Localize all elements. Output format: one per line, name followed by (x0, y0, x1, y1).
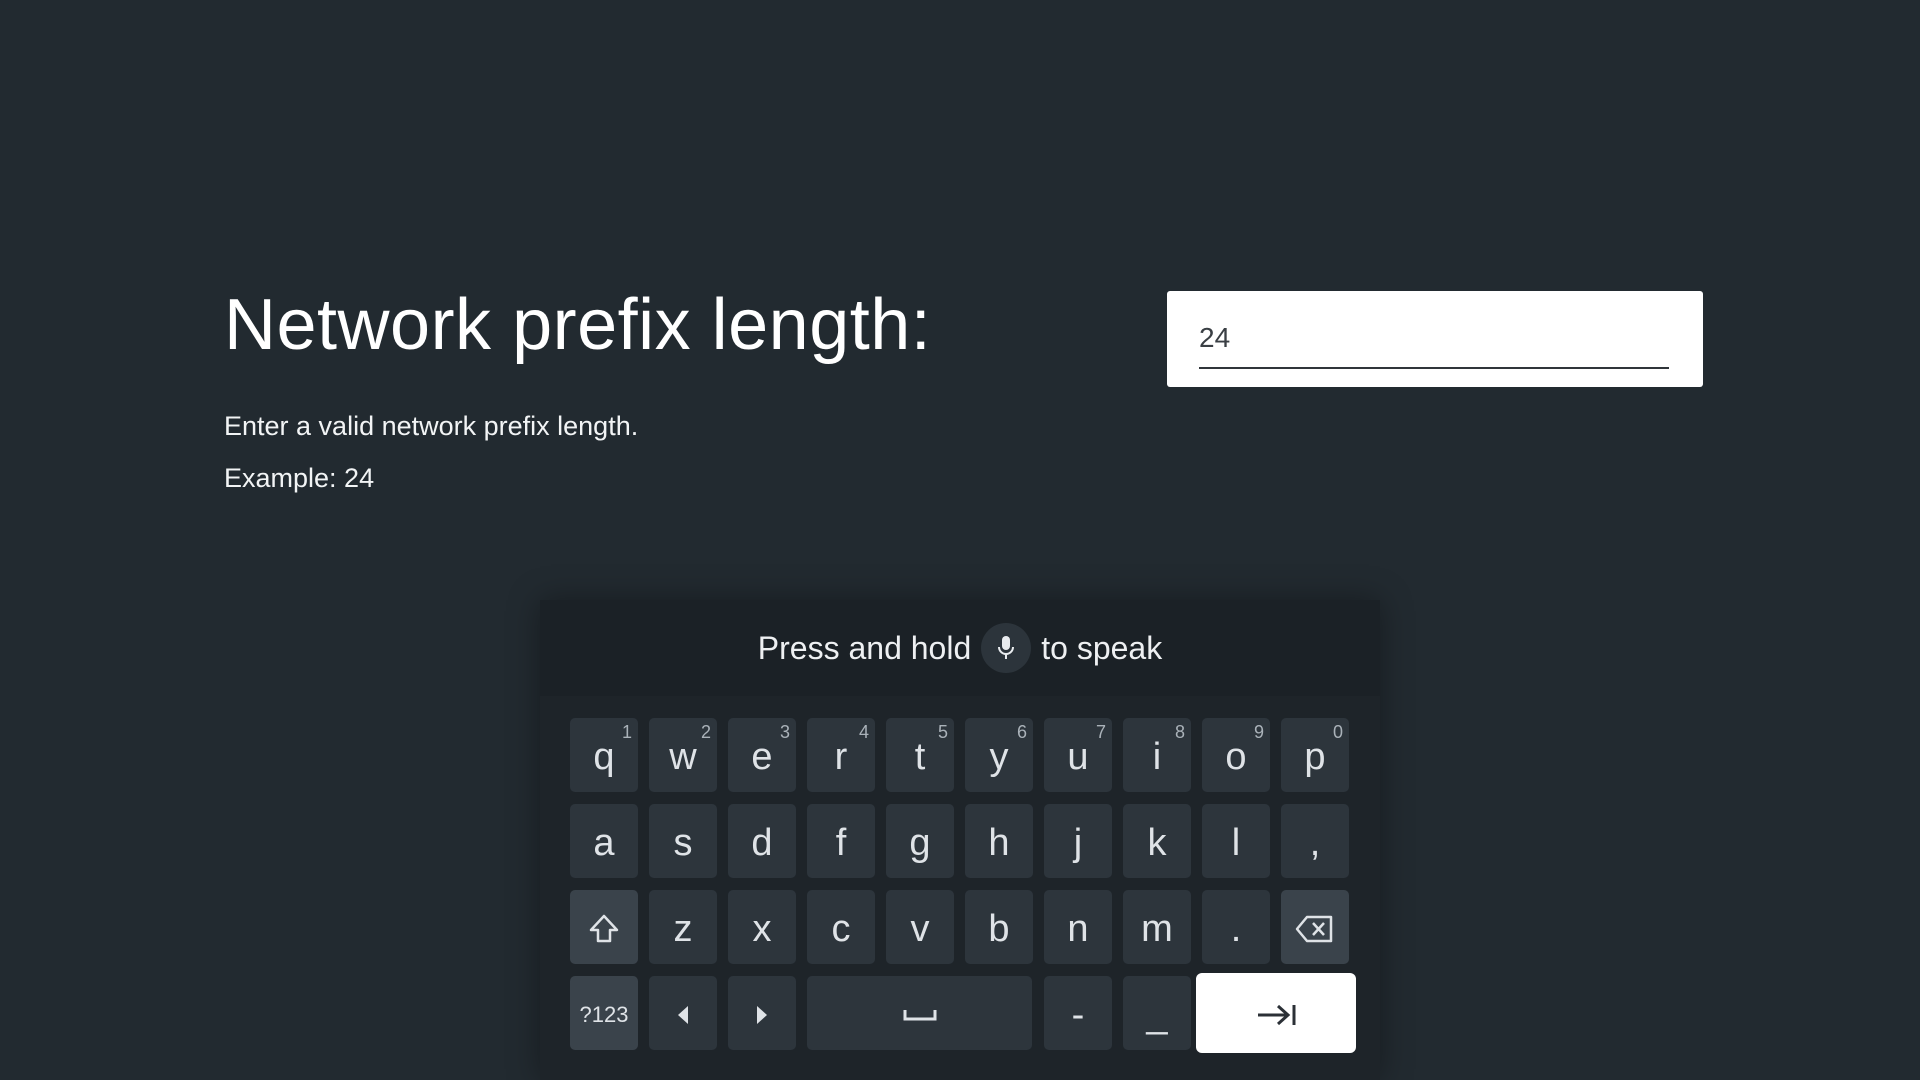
key-number: 8 (1174, 722, 1185, 742)
key-number: 7 (1095, 722, 1106, 742)
key-b[interactable]: b (965, 890, 1033, 964)
key-number: 4 (858, 722, 869, 742)
key-label: e (751, 735, 773, 778)
key-f[interactable]: f (807, 804, 875, 878)
network-settings-screen: Network prefix length: Enter a valid net… (0, 0, 1920, 1080)
voice-input-bar[interactable]: Press and hold to speak (540, 600, 1380, 696)
tab-next-icon (1258, 1004, 1296, 1026)
next-key[interactable] (1196, 973, 1356, 1053)
key-number: 2 (700, 722, 711, 742)
key-y[interactable]: y6 (965, 718, 1033, 792)
key-j[interactable]: j (1044, 804, 1112, 878)
key-e[interactable]: e3 (728, 718, 796, 792)
key-h[interactable]: h (965, 804, 1033, 878)
key-label: o (1225, 735, 1247, 778)
key-p[interactable]: p0 (1281, 718, 1349, 792)
key-z[interactable]: z (649, 890, 717, 964)
space-key[interactable] (807, 976, 1032, 1050)
arrow-left-icon (678, 1006, 688, 1024)
key-comma[interactable]: , (1281, 804, 1349, 878)
key-i[interactable]: i8 (1123, 718, 1191, 792)
page-example: Example: 24 (224, 463, 375, 493)
prefix-length-value: 24 (1199, 322, 1231, 353)
key-g[interactable]: g (886, 804, 954, 878)
key-k[interactable]: k (1123, 804, 1191, 878)
backspace-key[interactable] (1281, 890, 1349, 964)
key-s[interactable]: s (649, 804, 717, 878)
key-number: 9 (1253, 722, 1264, 742)
key-l[interactable]: l (1202, 804, 1270, 878)
key-label: i (1152, 735, 1162, 778)
key-label: r (834, 735, 848, 778)
key-a[interactable]: a (570, 804, 638, 878)
input-underline (1199, 367, 1669, 369)
microphone-icon[interactable] (981, 623, 1032, 673)
key-number: 0 (1332, 722, 1343, 742)
key-number: 6 (1016, 722, 1027, 742)
space-icon (903, 1010, 936, 1021)
key-v[interactable]: v (886, 890, 954, 964)
key-label: y (989, 735, 1009, 778)
prefix-length-input[interactable]: 24 (1167, 291, 1703, 387)
key-d[interactable]: d (728, 804, 796, 878)
key-number: 5 (937, 722, 948, 742)
key-label: u (1067, 735, 1089, 778)
key-m[interactable]: m (1123, 890, 1191, 964)
key-label: q (593, 735, 615, 778)
key-w[interactable]: w2 (649, 718, 717, 792)
backspace-icon (1295, 915, 1333, 943)
shift-icon (589, 914, 619, 943)
key-c[interactable]: c (807, 890, 875, 964)
key-period[interactable]: . (1202, 890, 1270, 964)
cursor-left-key[interactable] (649, 976, 717, 1050)
key-u[interactable]: u7 (1044, 718, 1112, 792)
on-screen-keyboard: Press and hold to speak q1 w2 e3 r4 t5 y… (540, 600, 1380, 1080)
arrow-right-icon (757, 1006, 767, 1024)
key-r[interactable]: r4 (807, 718, 875, 792)
key-n[interactable]: n (1044, 890, 1112, 964)
key-number: 3 (779, 722, 790, 742)
key-label: w (669, 735, 697, 778)
key-dash[interactable]: - (1044, 976, 1112, 1050)
key-q[interactable]: q1 (570, 718, 638, 792)
page-title: Network prefix length: (224, 285, 932, 365)
key-x[interactable]: x (728, 890, 796, 964)
key-o[interactable]: o9 (1202, 718, 1270, 792)
key-t[interactable]: t5 (886, 718, 954, 792)
key-label: p (1304, 735, 1326, 778)
voice-hint-before: Press and hold (757, 629, 972, 666)
page-description: Enter a valid network prefix length. (224, 411, 639, 441)
cursor-right-key[interactable] (728, 976, 796, 1050)
voice-hint-after: to speak (1041, 629, 1163, 666)
key-number: 1 (621, 722, 632, 742)
symbols-key[interactable]: ?123 (570, 976, 638, 1050)
key-label: t (914, 735, 926, 778)
shift-key[interactable] (570, 890, 638, 964)
key-underscore[interactable]: _ (1123, 976, 1191, 1050)
